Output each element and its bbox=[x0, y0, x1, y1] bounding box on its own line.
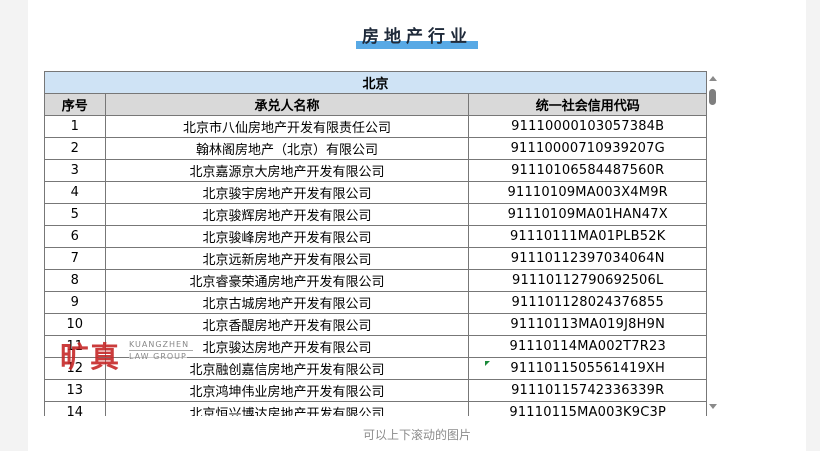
scroll-up-arrow-icon[interactable] bbox=[709, 76, 717, 81]
table-row: 5 北京骏辉房地产开发有限公司 91110109MA01HAN47X bbox=[45, 203, 707, 226]
credit-code: 91110115MA003K9C3P bbox=[468, 401, 707, 416]
header-code: 统一社会信用代码 bbox=[468, 93, 707, 116]
company-name: 北京骏峰房地产开发有限公司 bbox=[105, 225, 470, 248]
row-number: 8 bbox=[45, 269, 106, 292]
table-row: 3 北京嘉源京大房地产开发有限公司 91110106584487560R bbox=[45, 159, 707, 182]
company-name: 北京嘉源京大房地产开发有限公司 bbox=[105, 159, 470, 182]
watermark-logo: 旷真 KUANGZHEN LAW GROUP bbox=[60, 334, 210, 374]
credit-code: 91110112790692506L bbox=[468, 269, 707, 292]
row-number: 10 bbox=[45, 313, 106, 336]
row-number: 13 bbox=[45, 379, 106, 402]
table-row: 7 北京远新房地产开发有限公司 91110112397034064N bbox=[45, 247, 707, 270]
credit-code: 91110000103057384B bbox=[468, 115, 707, 138]
table-row: 14 北京恒兴博达房地产开发有限公司 91110115MA003K9C3P bbox=[45, 401, 707, 416]
cell-comment-marker bbox=[485, 361, 490, 366]
company-name: 北京香醍房地产开发有限公司 bbox=[105, 313, 470, 336]
credit-code: 91110112397034064N bbox=[468, 247, 707, 270]
region-header: 北京 bbox=[45, 72, 707, 94]
row-number: 7 bbox=[45, 247, 106, 270]
company-name: 北京市八仙房地产开发有限责任公司 bbox=[105, 115, 470, 138]
company-name: 北京骏辉房地产开发有限公司 bbox=[105, 203, 470, 226]
row-number: 3 bbox=[45, 159, 106, 182]
table-row: 8 北京睿豪荣通房地产开发有限公司 91110112790692506L bbox=[45, 269, 707, 292]
header-no: 序号 bbox=[45, 93, 106, 116]
section-title-wrap: 房地产行业 bbox=[28, 22, 806, 49]
row-number: 6 bbox=[45, 225, 106, 248]
logo-chinese: 旷真 bbox=[60, 340, 121, 374]
row-number: 14 bbox=[45, 401, 106, 416]
company-name: 北京鸿坤伟业房地产开发有限公司 bbox=[105, 379, 470, 402]
row-number: 2 bbox=[45, 137, 106, 160]
credit-code: 9111011505561419XH bbox=[468, 357, 707, 380]
row-number: 1 bbox=[45, 115, 106, 138]
company-name: 北京远新房地产开发有限公司 bbox=[105, 247, 470, 270]
header-name: 承兑人名称 bbox=[105, 93, 470, 116]
credit-code: 91110113MA019J8H9N bbox=[468, 313, 707, 336]
logo-english-line1: KUANGZHEN bbox=[129, 340, 190, 349]
table-row: 1 北京市八仙房地产开发有限责任公司 91110000103057384B bbox=[45, 115, 707, 138]
credit-code: 91110111MA01PLB52K bbox=[468, 225, 707, 248]
row-number: 5 bbox=[45, 203, 106, 226]
company-name: 北京古城房地产开发有限公司 bbox=[105, 291, 470, 314]
credit-code: 91110109MA01HAN47X bbox=[468, 203, 707, 226]
credit-code: 911101128024376855 bbox=[468, 291, 707, 314]
table-row: 2 翰林阁房地产（北京）有限公司 91110000710939207G bbox=[45, 137, 707, 160]
company-name: 北京睿豪荣通房地产开发有限公司 bbox=[105, 269, 470, 292]
section-title-text: 房地产行业 bbox=[362, 27, 472, 47]
credit-code: 91110000710939207G bbox=[468, 137, 707, 160]
table-row: 6 北京骏峰房地产开发有限公司 91110111MA01PLB52K bbox=[45, 225, 707, 248]
credit-code: 91110109MA003X4M9R bbox=[468, 181, 707, 204]
table-body: 1 北京市八仙房地产开发有限责任公司 91110000103057384B 2 翰林阁房… bbox=[45, 115, 707, 416]
table-row: 9 北京古城房地产开发有限公司 911101128024376855 bbox=[45, 291, 707, 314]
table-row: 10 北京香醍房地产开发有限公司 91110113MA019J8H9N bbox=[45, 313, 707, 336]
company-name: 北京恒兴博达房地产开发有限公司 bbox=[105, 401, 470, 416]
row-number: 4 bbox=[45, 181, 106, 204]
company-name: 北京骏宇房地产开发有限公司 bbox=[105, 181, 470, 204]
credit-code: 91110114MA002T7R23 bbox=[468, 335, 707, 358]
image-caption: 可以上下滚动的图片 bbox=[362, 428, 471, 442]
logo-english-line2: LAW GROUP bbox=[129, 352, 187, 361]
table-row: 13 北京鸿坤伟业房地产开发有限公司 91110115742336339R bbox=[45, 379, 707, 402]
credit-code: 91110106584487560R bbox=[468, 159, 707, 182]
credit-code: 91110115742336339R bbox=[468, 379, 707, 402]
section-title: 房地产行业 bbox=[356, 22, 478, 49]
table-row: 4 北京骏宇房地产开发有限公司 91110109MA003X4M9R bbox=[45, 181, 707, 204]
region-row: 北京 bbox=[45, 72, 707, 94]
column-header-row: 序号 承兑人名称 统一社会信用代码 bbox=[45, 93, 707, 116]
logo-divider bbox=[129, 350, 193, 351]
row-number: 9 bbox=[45, 291, 106, 314]
company-name: 翰林阁房地产（北京）有限公司 bbox=[105, 137, 470, 160]
vertical-scrollbar[interactable] bbox=[706, 71, 720, 415]
scrollbar-thumb[interactable] bbox=[709, 89, 716, 105]
scroll-down-arrow-icon[interactable] bbox=[709, 404, 717, 409]
article-card: 房地产行业 北京 序号 承兑人名称 统一社会信用代码 1 北京市八仙房地产开发有限… bbox=[28, 0, 806, 451]
